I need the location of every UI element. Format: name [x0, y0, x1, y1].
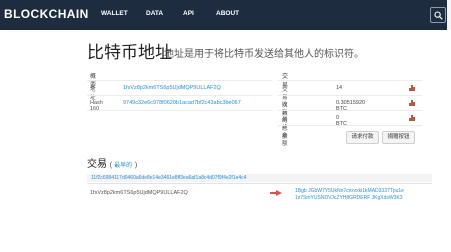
request-payment-button[interactable]: 请求付款	[346, 131, 379, 144]
bar-chart-icon[interactable]	[409, 85, 415, 91]
tx-count-value: 14	[336, 85, 343, 91]
summary-address-label: 地址	[90, 87, 96, 101]
tx-from-address[interactable]: 1fsVz8p2km6TS6p5UjdMQP9ULLAF2Q	[90, 190, 188, 196]
topbar-edge	[447, 0, 451, 30]
transactions-title: 交易	[87, 159, 107, 170]
page-fade	[0, 228, 451, 252]
tx-to-address[interactable]: 1z7SmYUSNDVJcZYH8GRDERF JKgXdsW3K3	[295, 195, 404, 202]
transactions-divider	[278, 125, 422, 126]
search-icon[interactable]	[430, 7, 446, 23]
nav-data[interactable]: DATA	[146, 10, 163, 17]
nav-wallet[interactable]: WALLET	[101, 10, 128, 17]
paren-close: )	[134, 162, 138, 169]
page-subtitle: 地址是用于将比特币发送给其他人的标识符。	[164, 49, 364, 60]
nav-api[interactable]: API	[183, 10, 194, 17]
summary-divider	[87, 80, 272, 81]
summary-address-value[interactable]: 1fsVz8p2km6TS6p5UjdMQP9ULLAF2Q	[123, 85, 221, 91]
transactions-divider	[278, 95, 422, 96]
right-arrow-icon	[270, 190, 282, 196]
transactions-heading: 交易 ( 最早的 )	[87, 155, 137, 170]
transactions-divider	[278, 80, 422, 81]
summary-hash-value[interactable]: 9749c32e6c978f0620b1acad7bf2c43abc3be067	[123, 100, 241, 106]
transactions-divider	[278, 110, 422, 111]
nav-about[interactable]: ABOUT	[216, 10, 239, 17]
summary-divider	[87, 110, 272, 111]
bar-chart-icon[interactable]	[409, 100, 415, 106]
page-title: 比特币地址	[87, 43, 172, 62]
donation-button[interactable]: 捐赠按钮	[382, 131, 415, 144]
tx-to-addresses: 1Bgb JGbW7Y5UkNn7cvxvxki1kMAD3337Tpu1e 1…	[295, 188, 404, 202]
blockchain-logo[interactable]: BLOCKCHAIN	[4, 7, 89, 21]
summary-divider	[87, 95, 272, 96]
tx-divider	[87, 183, 432, 184]
top-navbar: BLOCKCHAIN WALLET DATA API ABOUT	[0, 0, 451, 30]
oldest-first-link[interactable]: 最早的	[114, 163, 132, 169]
tx-hash-link[interactable]: 11f2c6984117d0460a6de8e14e3461e8ff3ea6af…	[91, 175, 246, 181]
final-balance-label: 最终余额	[282, 117, 288, 147]
tx-to-address[interactable]: 1Bgb JGbW7Y5UkNn7cvxvxki1kMAD3337Tpu1e	[295, 188, 404, 195]
bar-chart-icon[interactable]	[409, 115, 415, 121]
